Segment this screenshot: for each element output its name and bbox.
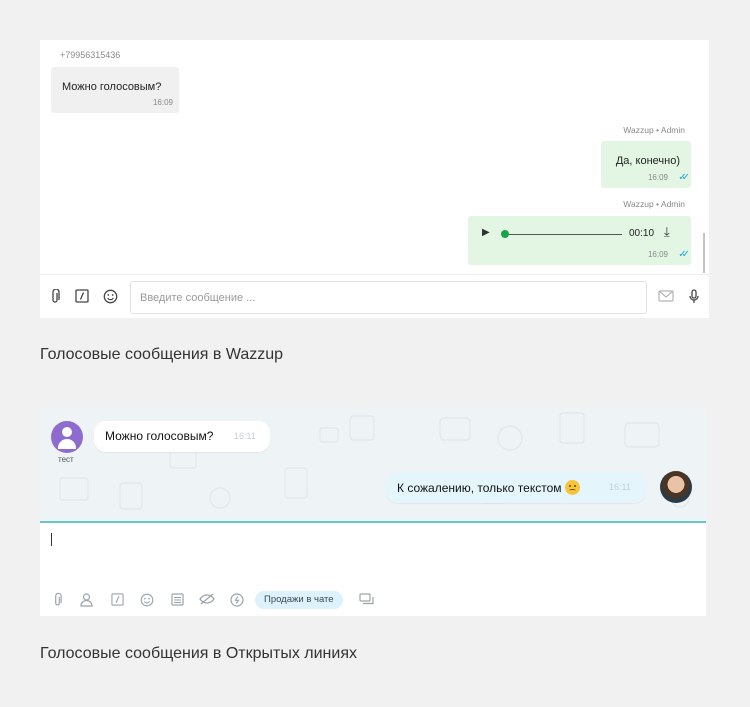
paperclip-icon[interactable]: [53, 592, 62, 609]
contact-avatar[interactable]: [51, 421, 83, 453]
send-icon[interactable]: [658, 290, 675, 305]
smiley-icon[interactable]: [103, 289, 118, 306]
voice-progress-track[interactable]: [504, 234, 622, 235]
message-textarea[interactable]: [40, 526, 706, 581]
incoming-message-bubble: Можно голосовым? 16:09: [51, 67, 179, 113]
slash-command-icon[interactable]: [111, 593, 124, 608]
voice-duration: 00:10: [629, 228, 655, 239]
scrollbar-thumb[interactable]: [703, 233, 705, 273]
incoming-message-time: 16:09: [152, 98, 173, 107]
openlines-chat-card: тест Можно голосовым? 16:11 К сожалению,…: [40, 408, 706, 616]
play-icon[interactable]: ▶: [482, 227, 490, 238]
incoming-message-text: Можно голосовым?: [62, 81, 162, 93]
sad-face-icon: [564, 480, 580, 495]
double-check-icon: ✓✓: [678, 249, 690, 260]
slash-command-icon[interactable]: [75, 289, 89, 305]
voice-message-time: 16:09: [647, 250, 668, 259]
outgoing-message-text: К сожалению, только текстом: [397, 481, 562, 495]
operator-avatar[interactable]: [660, 471, 692, 503]
outgoing-message-meta: Wazzup • Admin: [623, 125, 685, 135]
voice-message-meta: Wazzup • Admin: [623, 199, 685, 209]
double-check-icon: ✓✓: [678, 172, 690, 183]
outgoing-text-bubble: Да, конечно) 16:09 ✓✓: [601, 141, 691, 188]
outgoing-message-text: Да, конечно): [615, 155, 680, 167]
outgoing-message-time: 16:09: [647, 173, 668, 182]
list-icon[interactable]: [171, 593, 184, 608]
user-icon[interactable]: [80, 593, 93, 609]
voice-progress-handle[interactable]: [501, 230, 509, 238]
download-icon[interactable]: ⤓: [664, 224, 670, 240]
message-input[interactable]: [130, 281, 647, 314]
window-icon[interactable]: [359, 593, 374, 607]
microphone-icon[interactable]: [689, 289, 699, 306]
outgoing-message-time: 16:11: [609, 482, 631, 492]
incoming-message-bubble: Можно голосовым? 16:11: [94, 421, 270, 452]
incoming-sender-phone: +79956315436: [60, 50, 121, 60]
wazzup-chat-card: +79956315436 Можно голосовым? 16:09 Wazz…: [40, 40, 709, 318]
wazzup-composer: [40, 274, 709, 318]
coin-icon[interactable]: [230, 593, 244, 609]
contact-avatar-label: тест: [58, 455, 74, 464]
hidden-icon[interactable]: [199, 593, 215, 607]
wazzup-message-list[interactable]: +79956315436 Можно голосовым? 16:09 Wazz…: [40, 40, 709, 273]
incoming-message-time: 16:11: [234, 431, 256, 441]
voice-message-bubble: ▶ 00:10 ⤓ 16:09 ✓✓: [468, 216, 691, 265]
sales-in-chat-button[interactable]: Продажи в чате: [255, 591, 343, 609]
outgoing-message-bubble: К сожалению, только текстом 16:11: [386, 472, 646, 503]
paperclip-icon[interactable]: [50, 288, 60, 306]
openlines-message-list[interactable]: тест Можно голосовым? 16:11 К сожалению,…: [40, 408, 706, 523]
incoming-message-text: Можно голосовым?: [105, 429, 214, 443]
openlines-caption: Голосовые сообщения в Открытых линиях: [40, 645, 357, 662]
wazzup-caption: Голосовые сообщения в Wazzup: [40, 346, 284, 363]
smiley-icon[interactable]: [140, 593, 154, 609]
